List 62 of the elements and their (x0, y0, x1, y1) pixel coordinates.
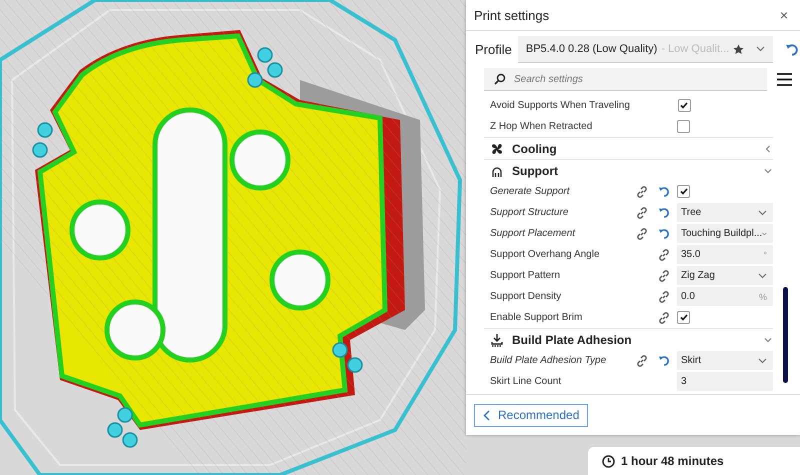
caret-icon (758, 358, 767, 364)
close-button[interactable]: × (776, 7, 792, 23)
caret-icon (758, 272, 767, 278)
section-title[interactable]: Cooling (512, 142, 755, 156)
search-input[interactable]: Search settings (514, 74, 757, 84)
setting-label: Z Hop When Retracted (490, 121, 594, 132)
dropdown[interactable]: Zig Zag (677, 266, 773, 285)
number-field[interactable]: 0.0 % (677, 287, 773, 306)
search-field[interactable]: Search settings (484, 68, 767, 91)
link-icon[interactable] (636, 354, 648, 366)
setting-label: Generate Support (490, 186, 571, 197)
reset-icon[interactable] (658, 354, 670, 366)
download-plate-icon (490, 332, 504, 346)
print-time: 1 hour 48 minutes (621, 454, 725, 468)
chevron-left-icon (483, 410, 490, 420)
link-icon[interactable] (658, 312, 670, 324)
reset-button[interactable] (785, 42, 800, 56)
setting-label: Enable Support Brim (490, 312, 584, 323)
setting-label: Support Overhang Angle (490, 249, 601, 260)
number-field[interactable]: 35.0 ° (677, 245, 773, 264)
setting-label: Support Pattern (490, 270, 562, 281)
checkmark-icon (680, 314, 688, 321)
panel-title: Print settings (474, 8, 550, 22)
link-icon[interactable] (658, 270, 670, 282)
clock-icon (602, 454, 615, 468)
link-icon[interactable] (636, 186, 648, 198)
dropdown[interactable]: Touching Buildpl... (677, 224, 773, 243)
setting-label: Support Placement (490, 228, 576, 239)
chevron-icon[interactable] (763, 144, 773, 154)
reset-icon[interactable] (658, 206, 670, 218)
reset-icon[interactable] (658, 228, 670, 240)
dropdown[interactable]: Tree (677, 203, 773, 222)
dropdown[interactable]: Skirt (677, 351, 773, 370)
fan-icon (490, 142, 504, 156)
checkbox[interactable] (677, 120, 690, 133)
checkbox[interactable] (677, 311, 690, 324)
section-title[interactable]: Support (512, 164, 755, 178)
recommended-button[interactable]: Recommended (474, 404, 588, 426)
link-icon[interactable] (658, 248, 670, 260)
link-icon[interactable] (636, 206, 648, 218)
setting-label: Support Structure (490, 207, 570, 218)
scrollbar[interactable] (783, 287, 788, 383)
setting-label: Support Density (490, 291, 562, 302)
caret-icon (762, 230, 767, 236)
checkmark-icon (680, 188, 688, 195)
caret-icon (758, 210, 767, 216)
menu-icon[interactable] (777, 73, 792, 86)
setting-label: Skirt Line Count (490, 376, 562, 387)
link-icon[interactable] (636, 228, 648, 240)
profile-label: Profile (475, 42, 512, 57)
reset-icon[interactable] (658, 186, 670, 198)
star-icon (733, 44, 744, 54)
checkmark-icon (680, 102, 688, 109)
section-title[interactable]: Build Plate Adhesion (512, 332, 755, 346)
checkbox[interactable] (677, 185, 690, 198)
number-field[interactable]: 3 (677, 372, 773, 391)
checkbox[interactable] (678, 99, 691, 112)
link-icon[interactable] (658, 290, 670, 302)
search-icon (494, 73, 506, 85)
caret-icon (756, 46, 766, 52)
setting-label: Avoid Supports When Traveling (490, 100, 630, 111)
setting-label: Build Plate Adhesion Type (490, 355, 608, 366)
